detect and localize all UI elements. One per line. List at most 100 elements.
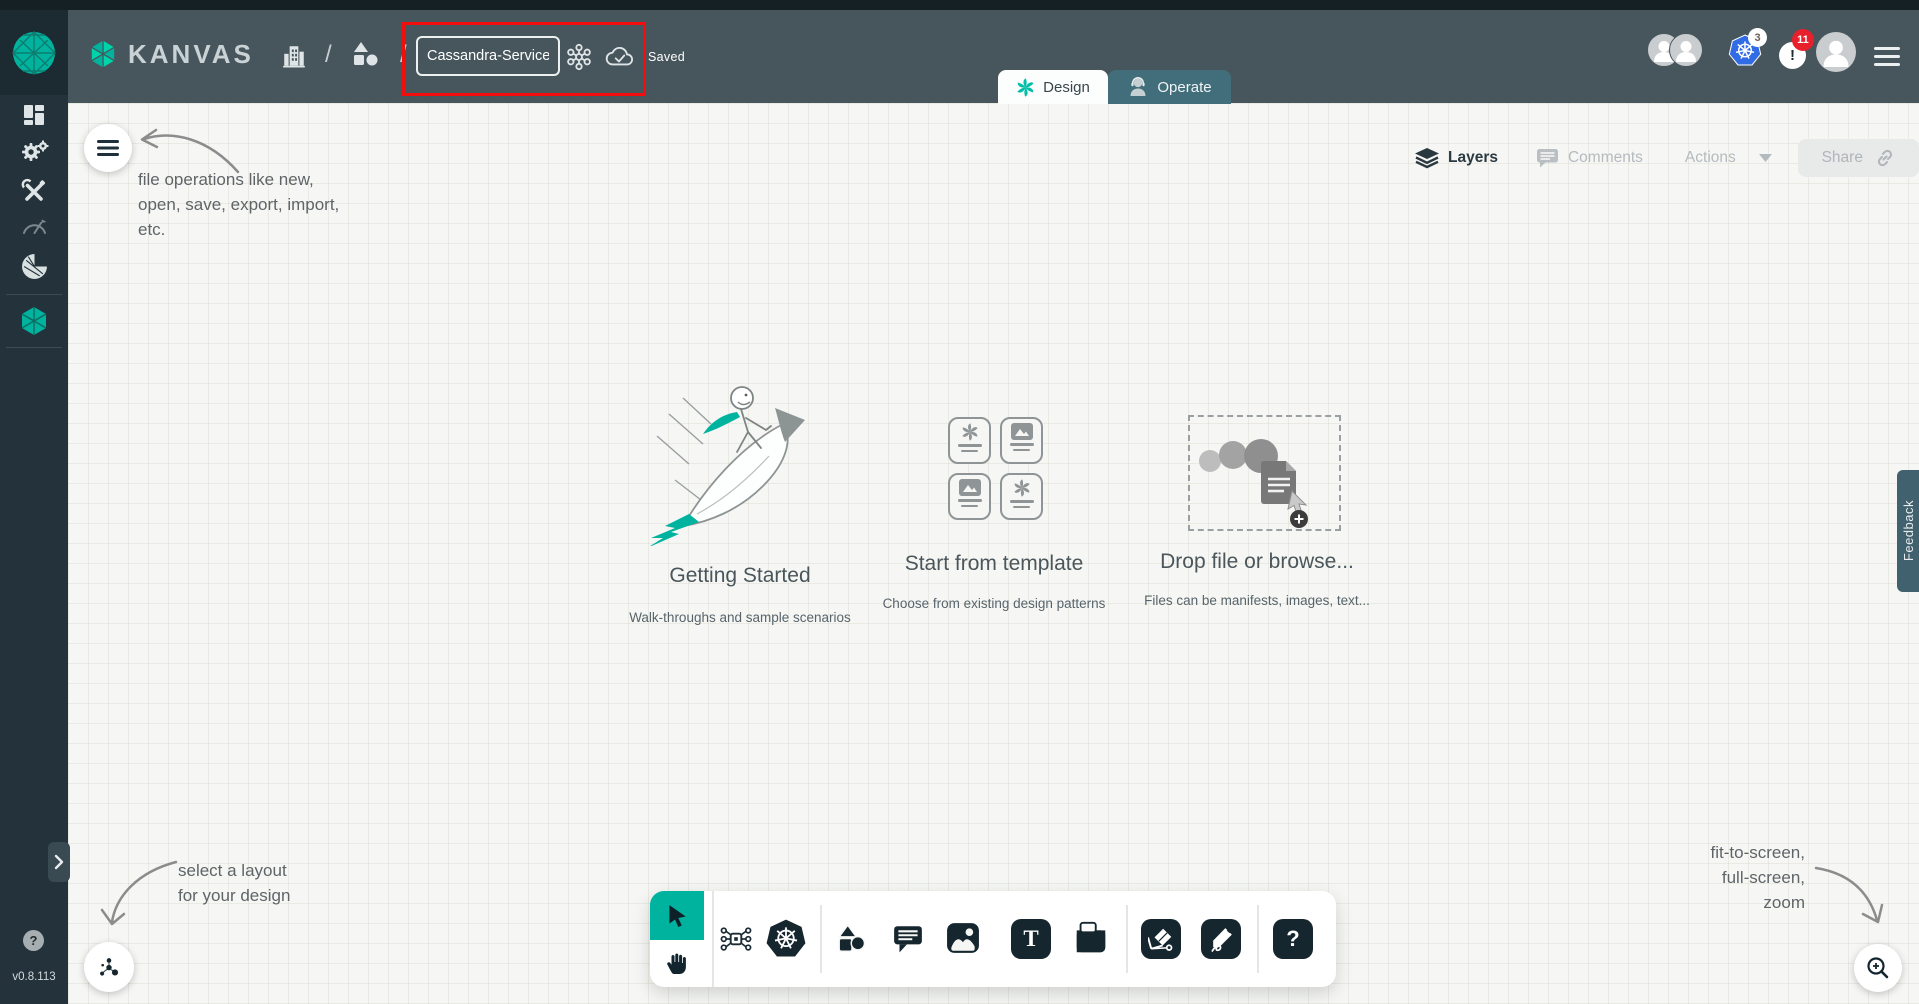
template-mini-card[interactable] (948, 473, 991, 520)
tool-image[interactable] (942, 917, 984, 959)
help-button[interactable]: ? (23, 930, 44, 951)
toolbar-divider (1257, 905, 1259, 973)
zoom-arrow (1814, 866, 1884, 924)
layout-graph-icon (100, 958, 119, 976)
layout-arrow (100, 860, 178, 926)
card-subtitle: Files can be manifests, images, text... (1144, 593, 1370, 608)
image-tool-icon (947, 923, 979, 953)
tab-design[interactable]: Design (998, 70, 1108, 104)
app-menu-icon[interactable] (1874, 42, 1900, 71)
collaborator-avatars[interactable] (1647, 33, 1703, 67)
file-ops-annotation: file operations like new, open, save, ex… (138, 170, 340, 239)
sidebar-item-performance-gauge-icon[interactable] (0, 205, 68, 245)
top-strip (0, 0, 1919, 10)
layout-annotation: select a layout for your design (178, 861, 291, 905)
tool-palette: T ? (650, 891, 1336, 987)
zoom-annotation: fit-to-screen, full-screen, zoom (1710, 843, 1805, 912)
section-tool-icon (1076, 921, 1106, 953)
comment-tool-icon (894, 926, 922, 953)
highlight-box (402, 22, 646, 96)
card-title[interactable]: Drop file or browse... (1107, 550, 1407, 574)
canvas-panel-row: Layers Comments Actions Share (1415, 138, 1919, 178)
tool-pan[interactable] (650, 940, 704, 987)
sidebar-expand-chevron[interactable] (48, 842, 70, 882)
zoom-fab[interactable] (1854, 944, 1902, 992)
toolbar-divider (820, 905, 822, 973)
layers-icon (1415, 147, 1439, 168)
tool-text[interactable]: T (1011, 919, 1051, 959)
profile-avatar[interactable] (1816, 32, 1856, 72)
pencil-tool-icon (1211, 928, 1232, 952)
feedback-tab[interactable]: Feedback (1897, 470, 1919, 592)
card-subtitle: Walk-throughs and sample scenarios (629, 610, 851, 625)
hand-icon (667, 953, 686, 974)
toolbar-divider (712, 891, 714, 987)
comments-toggle[interactable]: Comments (1536, 148, 1643, 168)
notifications-button[interactable]: ! 11 (1779, 29, 1819, 78)
workspace-shapes-icon[interactable] (352, 42, 380, 68)
pen-tool-icon (1148, 928, 1173, 951)
tab-operate-label: Operate (1157, 78, 1212, 96)
layout-selector-fab[interactable] (84, 942, 134, 992)
tool-select-active[interactable] (650, 891, 704, 940)
feedback-label: Feedback (1900, 500, 1916, 562)
chevron-down-icon (1758, 154, 1772, 162)
menu-icon (97, 140, 119, 156)
help-glyph: ? (29, 933, 38, 948)
k8s-context-badge: 3 (1748, 28, 1767, 47)
kubernetes-tool-icon (766, 919, 806, 957)
tool-help[interactable]: ? (1273, 919, 1313, 959)
tool-kubernetes[interactable] (764, 917, 808, 961)
sidebar-divider (6, 347, 62, 348)
tab-design-label: Design (1043, 78, 1090, 96)
text-tool-glyph: T (1023, 926, 1039, 951)
layers-toggle[interactable]: Layers (1415, 147, 1498, 169)
meshery-logo-button[interactable] (0, 10, 68, 95)
help-tool-glyph: ? (1286, 926, 1300, 951)
tool-pencil[interactable] (1201, 919, 1241, 959)
tab-operate[interactable]: Operate (1108, 70, 1231, 104)
breadcrumb-separator: / (325, 41, 332, 68)
kubernetes-context-button[interactable]: 3 (1728, 28, 1774, 70)
sidebar-item-extensions-icon[interactable] (0, 246, 68, 286)
tool-comment[interactable] (888, 919, 928, 959)
tool-shapes[interactable] (832, 919, 872, 959)
tool-connect-nodes[interactable] (716, 919, 756, 959)
notification-badge: 11 (1792, 29, 1814, 51)
tool-section[interactable] (1070, 917, 1112, 959)
shapes-tool-icon (837, 924, 866, 953)
cursor-icon (669, 904, 686, 927)
link-icon (1877, 149, 1892, 167)
template-mini-card[interactable] (1000, 473, 1043, 520)
kanvas-hexagon-icon (88, 38, 118, 70)
operator-headset-icon (1127, 76, 1149, 98)
rocket-doodle-illustration (650, 386, 805, 546)
template-thumbnails[interactable] (948, 417, 1043, 520)
template-mini-card[interactable] (948, 417, 991, 464)
toolbar-divider (1126, 905, 1128, 973)
share-button[interactable]: Share (1797, 139, 1919, 177)
kanvas-brand[interactable]: KANVAS (88, 38, 254, 70)
brand-wordmark: KANVAS (128, 38, 254, 69)
mode-tabs: Design Operate (998, 70, 1231, 104)
file-menu-fab[interactable] (84, 124, 132, 172)
getting-started-card[interactable]: Getting Started Walk-throughs and sample… (590, 380, 890, 625)
template-mini-card[interactable] (1000, 417, 1043, 464)
sidebar-divider (6, 294, 62, 295)
saved-status: Saved (648, 50, 685, 64)
app-version: v0.8.113 (12, 971, 56, 983)
meshery-ball-logo-icon (11, 30, 57, 76)
actions-dropdown[interactable]: Actions (1685, 149, 1772, 167)
organization-icon[interactable] (281, 43, 307, 69)
comments-icon (1536, 149, 1558, 168)
drop-file-illustration (1199, 439, 1308, 528)
drop-file-zone[interactable] (1188, 415, 1341, 531)
card-title[interactable]: Start from template (844, 552, 1144, 576)
design-spiral-icon (1016, 77, 1035, 97)
sidebar-item-dashboard[interactable] (0, 95, 68, 135)
sidebar-item-kanvas-active[interactable] (0, 299, 68, 343)
card-subtitle: Choose from existing design patterns (882, 596, 1106, 611)
sidebar-item-lifecycle-gears-icon[interactable] (0, 133, 68, 173)
tool-pen[interactable] (1141, 919, 1181, 959)
circuit-icon (720, 927, 752, 951)
